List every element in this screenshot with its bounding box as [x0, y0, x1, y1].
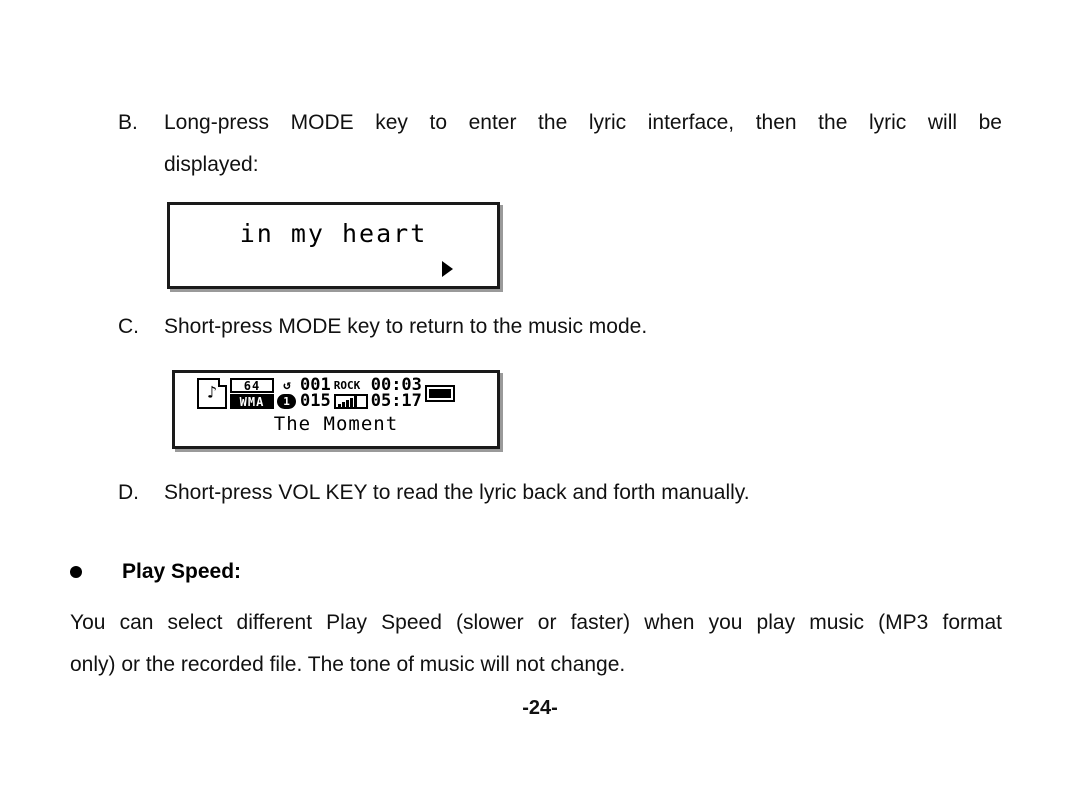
list-item-line: displayed: [164, 153, 259, 176]
list-item: D. Short-press VOL KEY to read the lyric… [118, 472, 1002, 514]
time-stack: 00:03 05:17 [370, 377, 422, 411]
list-item: B. Long-press MODE key to enter the lyri… [118, 102, 1002, 186]
total-track-number: 015 [300, 391, 331, 411]
list-item: C. Short-press MODE key to return to the… [118, 306, 1002, 348]
list-item-line: Long-press MODE key to enter the lyric i… [164, 111, 1002, 134]
list-item-body: Short-press VOL KEY to read the lyric ba… [164, 481, 750, 504]
format-badge: WMA [230, 394, 274, 409]
bitrate-badge: 64 [230, 378, 274, 393]
battery-full-icon [424, 385, 455, 402]
lyric-lcd-panel: in my heart [167, 202, 500, 289]
bullet-dot-icon [70, 566, 82, 578]
music-status-row: ♪ 64 WMA ↺ 1 001 015 ROCK 00:03 05:17 [197, 377, 489, 411]
section-heading: Play Speed: [122, 560, 242, 583]
list-item-letter: D. [118, 481, 139, 504]
paragraph-line: only) or the recorded file. The tone of … [70, 653, 626, 676]
section-heading-row: Play Speed: [70, 560, 241, 584]
manual-page: B. Long-press MODE key to enter the lyri… [0, 0, 1080, 794]
page-number: -24- [522, 697, 558, 719]
play-caret-icon [442, 261, 453, 277]
section-paragraph: You can select different Play Speed (slo… [70, 602, 1002, 686]
format-stack: 64 WMA [230, 378, 274, 409]
repeat-count-badge: 1 [277, 394, 296, 409]
list-item-letter: B. [118, 111, 138, 134]
list-item-body: Long-press MODE key to enter the lyric i… [164, 102, 1002, 186]
list-item-body: Short-press MODE key to return to the mu… [164, 315, 648, 338]
list-item-letter: C. [118, 315, 139, 338]
repeat-icon: ↺ [283, 378, 291, 393]
track-title: The Moment [273, 413, 399, 435]
music-lcd-panel: ♪ 64 WMA ↺ 1 001 015 ROCK 00:03 05:17 Th… [172, 370, 500, 449]
total-time: 05:17 [370, 391, 422, 411]
lyric-text: in my heart [239, 219, 428, 248]
eq-volume-stack: ROCK [333, 378, 368, 409]
equalizer-label: ROCK [333, 379, 361, 392]
repeat-stack: ↺ 1 [277, 378, 297, 409]
track-count-stack: 001 015 [300, 377, 331, 411]
paragraph-line: You can select different Play Speed (slo… [70, 611, 1002, 634]
volume-bars-icon [333, 394, 368, 409]
folder-music-note-icon: ♪ [197, 378, 227, 409]
